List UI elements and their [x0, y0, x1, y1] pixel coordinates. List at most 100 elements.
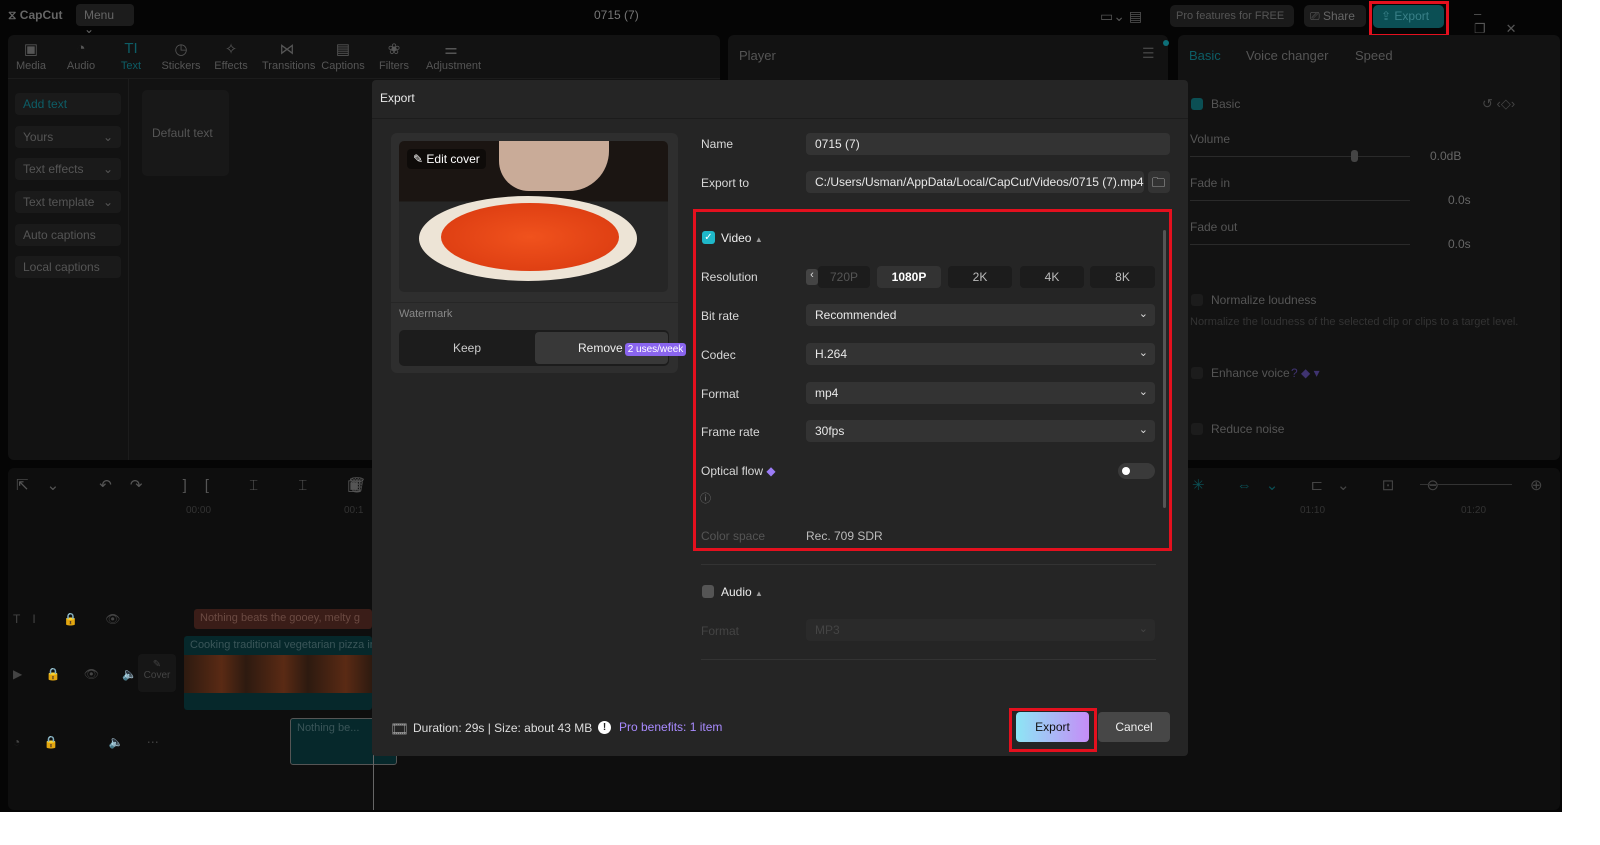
fade-in-value[interactable]: 0.0s	[1448, 193, 1471, 207]
enhance-checkbox[interactable]	[1191, 367, 1203, 379]
pizza-sauce	[441, 203, 619, 271]
layout-icon[interactable]: ▭⌄ ▤	[1100, 8, 1142, 25]
fade-in-label: Fade in	[1190, 176, 1231, 190]
remove-label: Remove	[578, 341, 623, 355]
volume-slider-handle[interactable]	[1351, 150, 1358, 162]
name-label: Name	[701, 137, 734, 151]
cancel-button[interactable]: Cancel	[1098, 712, 1170, 742]
text-track-controls[interactable]: TI 🔒 👁	[13, 612, 133, 626]
tool-effects[interactable]: ✧ Effects	[206, 40, 256, 72]
normalize-label: Normalize loudness	[1211, 293, 1317, 307]
sidebar-item-text-template[interactable]: Text template ⌄	[15, 191, 121, 213]
edit-cover-button[interactable]: ✎ Edit cover	[407, 149, 486, 169]
tool-captions[interactable]: ▤ Captions	[318, 40, 368, 72]
sidebar-item-local-captions[interactable]: Local captions	[15, 256, 121, 278]
audio-section-title[interactable]: Audio ▲	[721, 585, 763, 599]
default-text-card[interactable]: Default text	[142, 90, 229, 176]
info-icon[interactable]: !	[598, 721, 611, 734]
normalize-checkbox[interactable]	[1191, 294, 1203, 306]
window-controls[interactable]: –❐✕	[1474, 6, 1562, 37]
export-path-input[interactable]: C:/Users/Usman/AppData/Local/CapCut/Vide…	[806, 171, 1144, 193]
share-button[interactable]: ⎚ Share	[1304, 5, 1366, 27]
capcut-logo: ⧖ CapCut	[8, 8, 62, 23]
tool-label: Effects	[214, 60, 248, 72]
export-to-label: Export to	[701, 176, 750, 190]
tick-0: 00:00	[186, 505, 212, 516]
reset-icon[interactable]: ↺ ‹◇›	[1482, 96, 1515, 112]
cover-image[interactable]: ✎ Edit cover	[399, 141, 668, 292]
notification-dot	[1163, 40, 1169, 46]
tool-label: Stickers	[161, 60, 201, 72]
chevron-down-icon: ⌄	[1138, 623, 1148, 635]
tool-label: Captions	[321, 60, 365, 72]
sidebar-item-text-effects[interactable]: Text effects ⌄	[15, 158, 121, 180]
fade-out-label: Fade out	[1190, 220, 1238, 234]
menu-button[interactable]: Menu ⌄	[76, 4, 134, 36]
normalize-description: Normalize the loudness of the selected c…	[1190, 316, 1519, 328]
chevron-down-icon: ⌄	[84, 22, 95, 36]
sidebar-item-add-text[interactable]: Add text	[15, 93, 121, 115]
audio-icon: ◔	[76, 40, 86, 57]
highlight-box-export-button	[1009, 708, 1097, 752]
audio-format-select[interactable]: MP3 ⌄	[806, 619, 1155, 641]
logo-text: CapCut	[19, 8, 63, 22]
remove-watermark-button[interactable]: Remove 2 uses/week	[535, 332, 687, 364]
tool-label: Media	[16, 60, 46, 72]
tool-label: Filters	[379, 60, 409, 72]
tool-adjustment[interactable]: ⚌ Adjustment	[426, 40, 481, 72]
uses-badge: 2 uses/week	[624, 343, 687, 356]
diamond-pro-icon: ? ◆ ▾	[1291, 366, 1320, 380]
pencil-icon: ✎	[413, 152, 424, 166]
pro-benefits-link[interactable]: Pro benefits: 1 item	[619, 720, 722, 734]
player-title: Player	[739, 48, 776, 63]
tab-voice-changer[interactable]: Voice changer	[1246, 48, 1328, 63]
enhance-voice-label: Enhance voice	[1211, 366, 1290, 380]
fade-out-slider[interactable]	[1190, 244, 1410, 245]
tool-label: Transitions	[262, 60, 316, 72]
menu-lines-icon[interactable]: ☰	[1142, 45, 1155, 62]
basic-section-title: Basic	[1211, 97, 1241, 111]
tool-media[interactable]: ▣ Media	[6, 40, 56, 72]
zoom-in-icon[interactable]: ⊕	[1530, 476, 1543, 494]
video-clip-title: Cooking traditional vegetarian pizza in	[190, 639, 372, 651]
sidebar-item-yours[interactable]: Yours ⌄	[15, 126, 121, 148]
keep-watermark-button[interactable]: Keep	[399, 330, 535, 366]
audio-format-label: Format	[701, 624, 740, 638]
volume-value[interactable]: 0.0dB	[1430, 149, 1461, 163]
add-media-icon[interactable]: ▣	[347, 476, 361, 494]
sidebar-item-auto-captions[interactable]: Auto captions	[15, 224, 121, 246]
hand-shape	[499, 141, 609, 191]
tool-stickers[interactable]: ◷ Stickers	[156, 40, 206, 72]
tool-audio[interactable]: ◔ Audio	[56, 40, 106, 72]
tool-label: Audio	[66, 60, 96, 72]
reduce-noise-checkbox[interactable]	[1191, 423, 1203, 435]
audio-track-controls[interactable]: ◔ 🔒 🔈 ⋯	[13, 735, 169, 749]
pro-features-button[interactable]: Pro features for FREE	[1170, 5, 1294, 27]
audio-checkbox[interactable]	[702, 585, 714, 598]
duration-size-info: Duration: 29s | Size: about 43 MB	[413, 721, 593, 735]
tool-filters[interactable]: ❀ Filters	[369, 40, 419, 72]
fade-out-value[interactable]: 0.0s	[1448, 237, 1471, 251]
basic-checkbox[interactable]	[1191, 98, 1203, 110]
project-title: 0715 (7)	[594, 8, 639, 22]
watermark-label: Watermark	[399, 308, 453, 320]
fade-in-slider[interactable]	[1190, 200, 1410, 201]
highlight-box-header-export	[1369, 1, 1449, 37]
share-label: Share	[1322, 9, 1355, 23]
stickers-icon: ◷	[174, 41, 188, 58]
tool-transitions[interactable]: ⋈ Transitions	[262, 40, 316, 72]
video-clip[interactable]: Cooking traditional vegetarian pizza in	[184, 636, 372, 710]
folder-browse-button[interactable]: 🗀	[1148, 171, 1170, 193]
tick-1: 00:1	[344, 505, 364, 516]
filters-icon: ❀	[387, 41, 401, 58]
tool-text[interactable]: TI Text	[106, 40, 156, 72]
tab-speed[interactable]: Speed	[1355, 48, 1393, 63]
name-input[interactable]: 0715 (7)	[806, 133, 1170, 155]
collapse-icon: ▲	[755, 589, 763, 598]
timeline-right-tools[interactable]: ✳ ⇔⌄ ⊏⌄ ⊡ ⊖	[1192, 476, 1453, 494]
text-clip[interactable]: Nothing beats the gooey, melty g	[194, 609, 372, 629]
cover-button[interactable]: ✎ Cover	[138, 654, 176, 692]
volume-slider[interactable]	[1190, 156, 1410, 157]
tab-basic[interactable]: Basic	[1189, 48, 1221, 63]
zoom-slider[interactable]	[1420, 484, 1512, 485]
